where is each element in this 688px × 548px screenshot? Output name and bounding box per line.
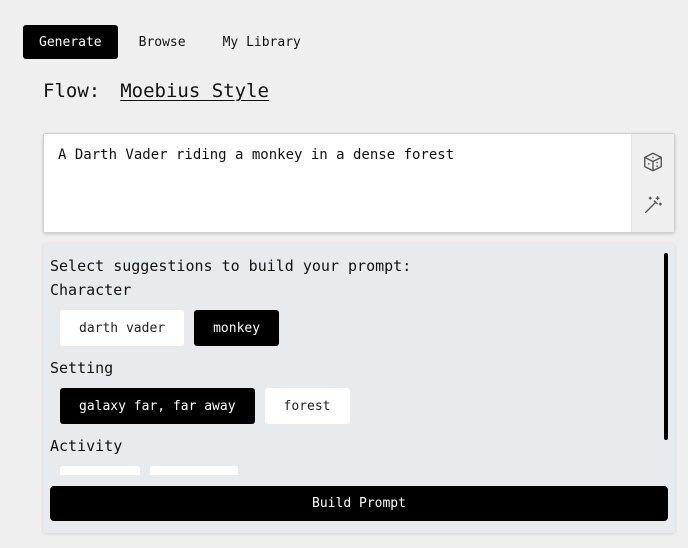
category-activity-label: Activity: [50, 437, 123, 455]
activity-chips: [50, 456, 668, 475]
chip-monkey[interactable]: monkey: [194, 310, 280, 346]
suggestions-scroll-area: Select suggestions to build your prompt:…: [43, 243, 675, 475]
suggestions-scrollbar[interactable]: [664, 253, 668, 440]
flow-header: Flow: Moebius Style: [43, 80, 269, 102]
suggestions-title: Select suggestions to build your prompt:: [50, 257, 412, 275]
setting-chips: galaxy far, far away forest: [50, 378, 668, 424]
chip-activity-partial[interactable]: [60, 466, 140, 475]
flow-label: Flow:: [43, 80, 101, 102]
prompt-tools: [631, 134, 674, 232]
build-prompt-button[interactable]: Build Prompt: [50, 486, 668, 521]
tab-browse[interactable]: Browse: [123, 25, 202, 59]
flow-name-link[interactable]: Moebius Style: [120, 80, 269, 102]
category-character-label: Character: [50, 281, 132, 299]
chip-galaxy-far-far-away[interactable]: galaxy far, far away: [60, 388, 255, 424]
magic-wand-icon[interactable]: [641, 193, 665, 217]
character-chips: darth vader monkey: [50, 300, 668, 346]
cube-icon[interactable]: [641, 150, 665, 174]
top-nav: Generate Browse My Library: [23, 25, 317, 59]
prompt-input[interactable]: [44, 134, 631, 232]
tab-my-library[interactable]: My Library: [207, 25, 317, 59]
chip-activity-partial[interactable]: [150, 466, 238, 475]
tab-generate[interactable]: Generate: [23, 25, 118, 59]
category-setting-label: Setting: [50, 359, 114, 377]
prompt-box: [43, 133, 675, 233]
chip-darth-vader[interactable]: darth vader: [60, 310, 185, 346]
chip-forest[interactable]: forest: [264, 388, 350, 424]
suggestions-panel: Select suggestions to build your prompt:…: [43, 243, 675, 533]
